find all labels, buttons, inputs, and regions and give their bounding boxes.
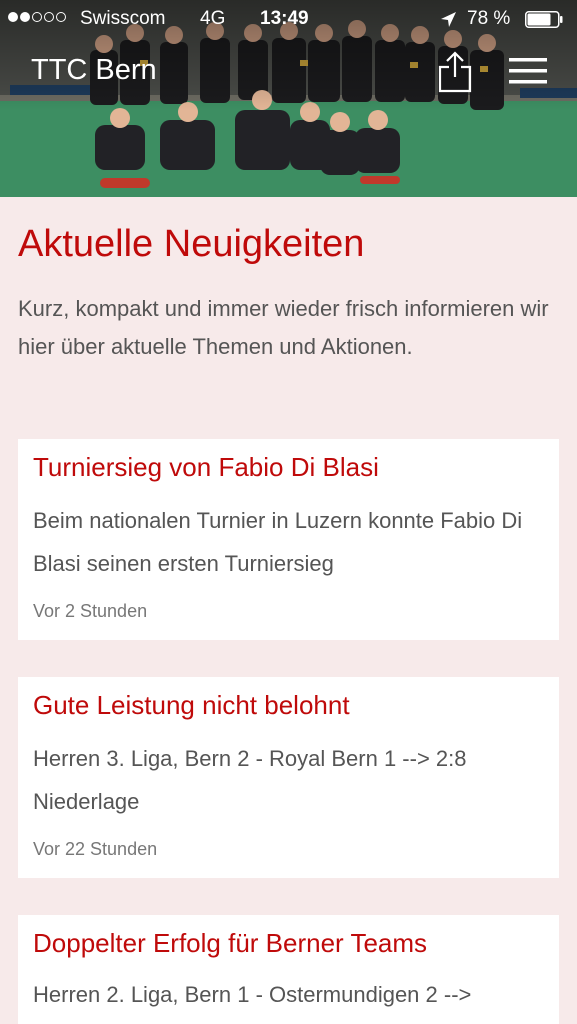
- share-button[interactable]: [436, 51, 474, 93]
- status-bar: Swisscom 4G 13:49 78 %: [0, 0, 577, 38]
- carrier-name: Swisscom: [80, 8, 166, 29]
- network-type: 4G: [200, 8, 226, 29]
- news-card[interactable]: Doppelter Erfolg für Berner Teams Herren…: [18, 915, 559, 1024]
- status-time: 13:49: [260, 8, 309, 29]
- news-card-time: Vor 2 Stunden: [33, 601, 148, 621]
- header-team-photo: Swisscom 4G 13:49 78 % TTC Bern: [0, 0, 577, 197]
- news-card-teaser: Herren 2. Liga, Bern 1 - Ostermundigen 2…: [33, 982, 472, 1007]
- news-card[interactable]: Turniersieg von Fabio Di Blasi Beim nati…: [18, 439, 559, 640]
- share-icon: [438, 51, 472, 93]
- news-card-teaser: Herren 3. Liga, Bern 2 - Royal Bern 1 --…: [33, 746, 467, 814]
- hamburger-menu-icon: [509, 58, 547, 84]
- news-card-time: Vor 22 Stunden: [33, 839, 158, 859]
- news-card[interactable]: Gute Leistung nicht belohnt Herren 3. Li…: [18, 677, 559, 878]
- app-title: TTC Bern: [31, 54, 157, 86]
- news-card-title[interactable]: Gute Leistung nicht belohnt: [33, 690, 350, 721]
- hamburger-menu-button[interactable]: [507, 56, 549, 86]
- signal-strength-icon: [8, 12, 66, 22]
- news-card-teaser: Beim nationalen Turnier in Luzern konnte…: [33, 508, 523, 576]
- battery-percentage: 78 %: [467, 8, 511, 29]
- battery-icon: [525, 11, 563, 28]
- news-card-title[interactable]: Doppelter Erfolg für Berner Teams: [33, 928, 427, 959]
- page-intro: Kurz, kompakt und immer wieder frisch in…: [18, 296, 549, 359]
- location-arrow-icon: [441, 12, 456, 27]
- page-title: Aktuelle Neuigkeiten: [18, 223, 365, 265]
- news-card-title[interactable]: Turniersieg von Fabio Di Blasi: [33, 452, 379, 483]
